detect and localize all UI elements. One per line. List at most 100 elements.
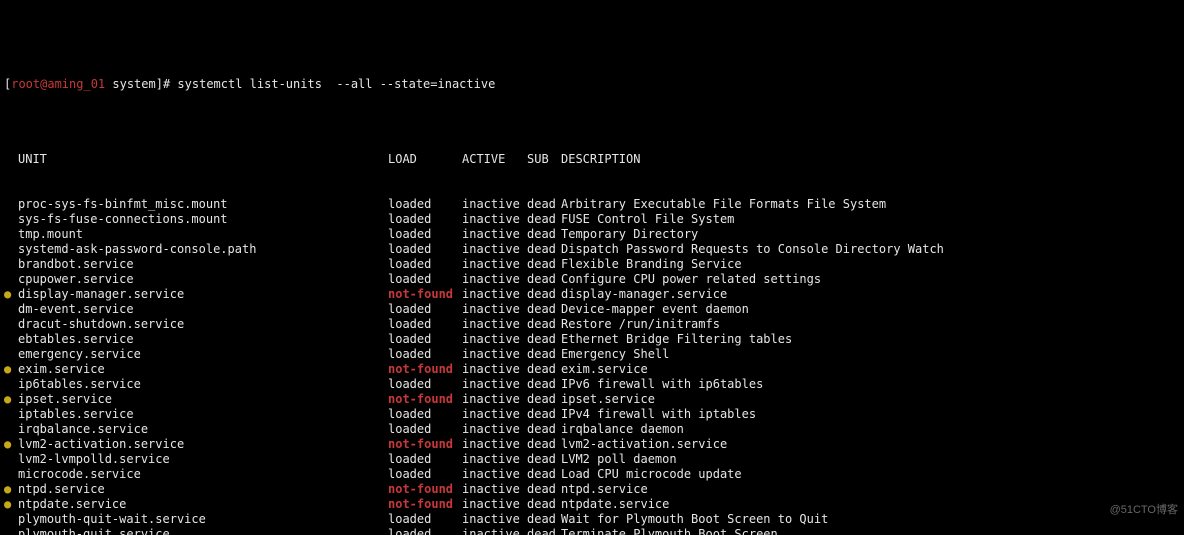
sub-state: dead [527,467,561,482]
description: Load CPU microcode update [561,467,742,482]
description: Temporary Directory [561,227,698,242]
table-row: tmp.mountloadedinactivedeadTemporary Dir… [4,227,1180,242]
load-state: not-found [388,482,462,497]
active-state: inactive [462,362,527,377]
description: Emergency Shell [561,347,669,362]
load-state: loaded [388,347,462,362]
unit-name: iptables.service [18,407,388,422]
description: Terminate Plymouth Boot Screen [561,527,778,535]
load-state: loaded [388,467,462,482]
unit-name: sys-fs-fuse-connections.mount [18,212,388,227]
description: Ethernet Bridge Filtering tables [561,332,792,347]
table-row: brandbot.serviceloadedinactivedeadFlexib… [4,257,1180,272]
unit-name: display-manager.service [18,287,388,302]
active-state: inactive [462,377,527,392]
sub-state: dead [527,437,561,452]
header-active: ACTIVE [462,152,527,167]
unit-name: lvm2-lvmpolld.service [18,452,388,467]
table-row: microcode.serviceloadedinactivedeadLoad … [4,467,1180,482]
command-text: systemctl list-units --all --state=inact… [177,77,495,91]
load-state: loaded [388,227,462,242]
load-state: not-found [388,437,462,452]
sub-state: dead [527,197,561,212]
active-state: inactive [462,392,527,407]
sub-state: dead [527,392,561,407]
load-state: not-found [388,287,462,302]
sub-state: dead [527,302,561,317]
sub-state: dead [527,317,561,332]
active-state: inactive [462,422,527,437]
table-row: lvm2-lvmpolld.serviceloadedinactivedeadL… [4,452,1180,467]
active-state: inactive [462,497,527,512]
load-state: loaded [388,377,462,392]
unit-name: ebtables.service [18,332,388,347]
load-state: loaded [388,332,462,347]
load-state: loaded [388,422,462,437]
sub-state: dead [527,287,561,302]
table-row: ●lvm2-activation.servicenot-foundinactiv… [4,437,1180,452]
active-state: inactive [462,527,527,535]
description: IPv6 firewall with ip6tables [561,377,763,392]
sub-state: dead [527,497,561,512]
table-row: cpupower.serviceloadedinactivedeadConfig… [4,272,1180,287]
description: ipset.service [561,392,655,407]
unit-name: dracut-shutdown.service [18,317,388,332]
active-state: inactive [462,317,527,332]
table-row: ebtables.serviceloadedinactivedeadEthern… [4,332,1180,347]
table-row: ●ipset.servicenot-foundinactivedeadipset… [4,392,1180,407]
active-state: inactive [462,347,527,362]
description: exim.service [561,362,648,377]
description: lvm2-activation.service [561,437,727,452]
table-row: ip6tables.serviceloadedinactivedeadIPv6 … [4,377,1180,392]
table-row: proc-sys-fs-binfmt_misc.mountloadedinact… [4,197,1180,212]
load-state: loaded [388,452,462,467]
active-state: inactive [462,272,527,287]
sub-state: dead [527,362,561,377]
active-state: inactive [462,287,527,302]
description: Flexible Branding Service [561,257,742,272]
sub-state: dead [527,212,561,227]
load-state: not-found [388,362,462,377]
sub-state: dead [527,527,561,535]
table-header-row: UNITLOADACTIVESUBDESCRIPTION [4,152,1180,167]
unit-name: proc-sys-fs-binfmt_misc.mount [18,197,388,212]
description: IPv4 firewall with iptables [561,407,756,422]
table-row: ●exim.servicenot-foundinactivedeadexim.s… [4,362,1180,377]
unit-table: UNITLOADACTIVESUBDESCRIPTION proc-sys-fs… [0,122,1184,535]
active-state: inactive [462,437,527,452]
load-state: loaded [388,407,462,422]
unit-name: ntpd.service [18,482,388,497]
sub-state: dead [527,452,561,467]
description: Restore /run/initramfs [561,317,720,332]
header-sub: SUB [527,152,561,167]
load-state: loaded [388,257,462,272]
description: ntpd.service [561,482,648,497]
unit-name: brandbot.service [18,257,388,272]
unit-name: dm-event.service [18,302,388,317]
sub-state: dead [527,377,561,392]
description: Device-mapper event daemon [561,302,749,317]
bullet-icon: ● [4,287,18,302]
load-state: loaded [388,272,462,287]
watermark-text: @51CTO博客 [1110,503,1178,518]
table-row: systemd-ask-password-console.pathloadedi… [4,242,1180,257]
bullet-icon: ● [4,497,18,512]
active-state: inactive [462,452,527,467]
description: ntpdate.service [561,497,669,512]
active-state: inactive [462,197,527,212]
active-state: inactive [462,212,527,227]
table-row: irqbalance.serviceloadedinactivedeadirqb… [4,422,1180,437]
load-state: loaded [388,302,462,317]
unit-name: ipset.service [18,392,388,407]
header-description: DESCRIPTION [561,152,640,167]
unit-name: cpupower.service [18,272,388,287]
load-state: not-found [388,497,462,512]
unit-name: tmp.mount [18,227,388,242]
prompt-cwd: system [105,77,156,91]
shell-prompt[interactable]: [root@aming_01 system]# systemctl list-u… [0,75,1184,92]
load-state: loaded [388,242,462,257]
sub-state: dead [527,227,561,242]
table-row: dm-event.serviceloadedinactivedeadDevice… [4,302,1180,317]
description: Dispatch Password Requests to Console Di… [561,242,944,257]
description: irqbalance daemon [561,422,684,437]
